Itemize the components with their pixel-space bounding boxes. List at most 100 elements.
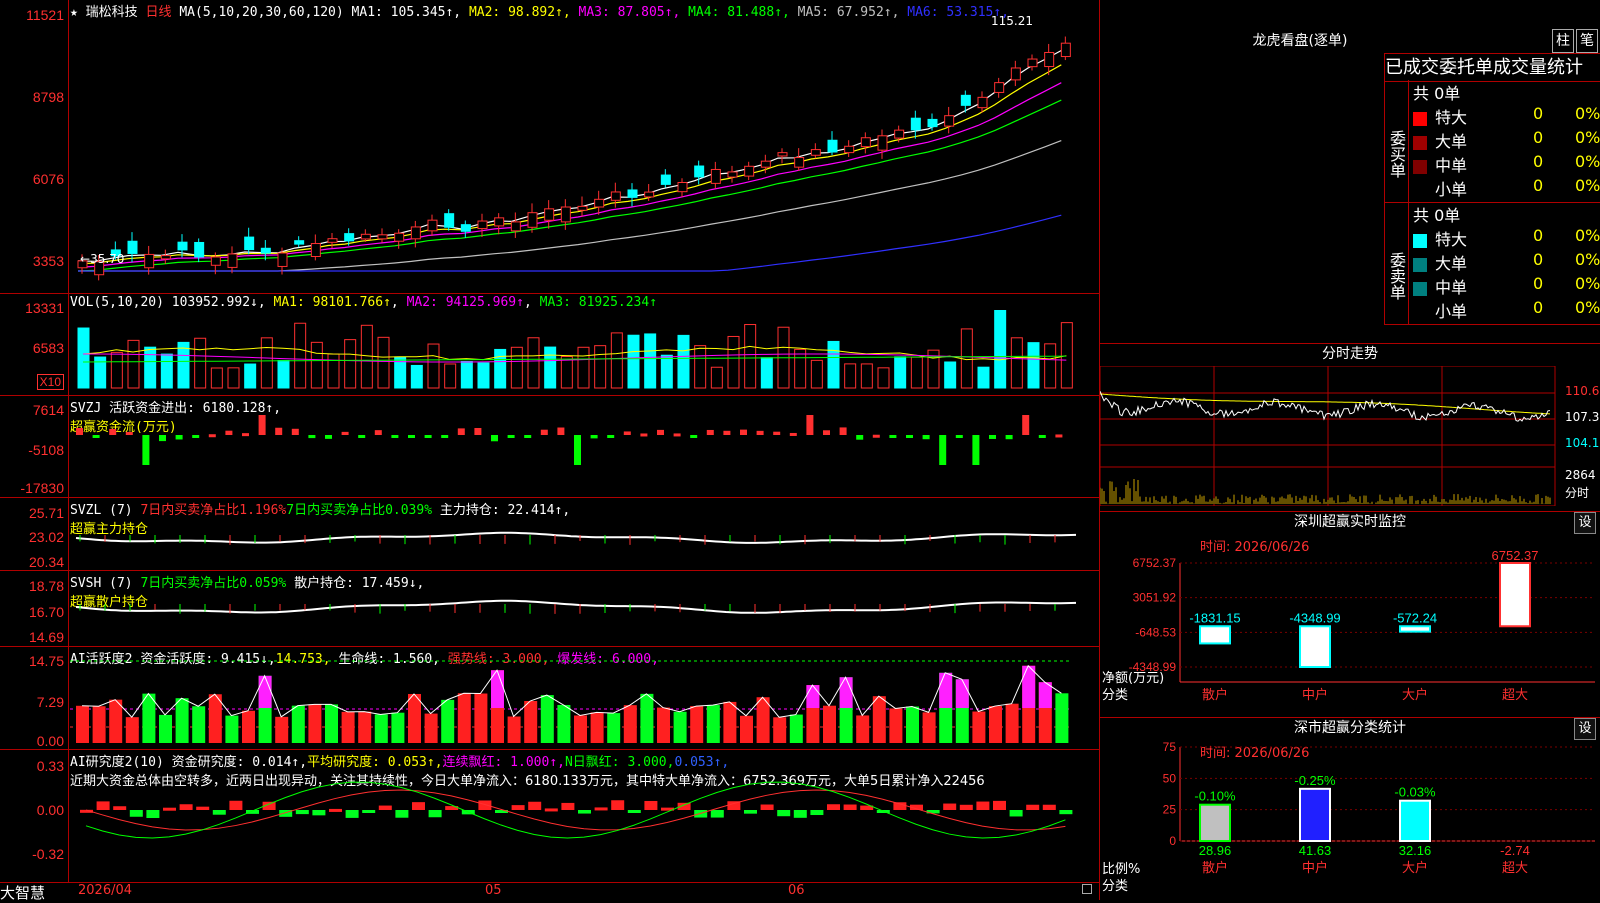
y-tick: 3051.92 xyxy=(1133,591,1177,605)
candle xyxy=(310,243,321,258)
y-tick: -0.32 xyxy=(32,846,64,862)
class-bar xyxy=(1399,799,1431,843)
candle xyxy=(344,233,355,242)
fund-flow-bar xyxy=(740,429,747,435)
candle xyxy=(727,171,738,178)
fund-flow-bar xyxy=(972,435,980,465)
fund-flow-bar xyxy=(474,428,482,435)
y-tick: 0.33 xyxy=(36,758,64,774)
svsh-pane[interactable]: 18.78 16.70 14.69 SVSH (7) 7日内买卖净占比0.059… xyxy=(0,571,1099,647)
volume-chart xyxy=(77,310,1073,389)
volume-bar xyxy=(277,359,290,389)
category-label: 中户 xyxy=(1302,687,1328,703)
ai-research-pane[interactable]: 0.33 0.00 -0.32 AI研究度2(10) 资金研究度: 0.014↑… xyxy=(0,750,1099,883)
intraday-title: 分时走势 xyxy=(1322,346,1378,362)
research-bar xyxy=(544,808,558,812)
activity-bar xyxy=(789,714,803,743)
ai-activity-pane[interactable]: 14.75 7.29 0.00 AI活跃度2 资金活跃度: 9.415↓,14.… xyxy=(0,647,1099,750)
volume-bar xyxy=(477,362,490,389)
fund-flow-bar xyxy=(1005,435,1013,440)
research-bar xyxy=(578,810,591,814)
fund-flow-bar xyxy=(109,428,117,435)
candle xyxy=(510,221,521,232)
activity-bar xyxy=(192,706,206,743)
volume-bar xyxy=(510,346,523,389)
candle xyxy=(560,206,571,223)
candle xyxy=(944,115,955,127)
intraday-price-low: 104.1 xyxy=(1565,436,1600,450)
research-bar xyxy=(710,810,724,818)
intraday-chart[interactable] xyxy=(1100,366,1600,506)
sz-class-chart: 75 50 25 0 -0.10% 28.96 散户 -0.25% 41.63 中户 -0.03% 3… xyxy=(1163,740,1595,876)
y-tick: 25 xyxy=(1163,803,1177,817)
order-type: 中单 xyxy=(1435,156,1468,175)
candle xyxy=(744,165,755,177)
svzj-y-axis: 7614 -5108 -17830 xyxy=(0,396,69,497)
kline-pane[interactable]: 11521 8798 6076 3353 ★ 瑞松科技 日线 MA(5,10,2… xyxy=(0,0,1099,294)
volume-bar xyxy=(644,333,657,389)
longhu-header: 已成交委托单成交量统计 xyxy=(1384,53,1600,82)
fund-flow-bar xyxy=(275,427,283,435)
category-label: 超大 xyxy=(1502,861,1528,876)
intraday-panel[interactable]: 分时走势 110.6 107.3 104.1 2864 分时 xyxy=(1100,343,1600,507)
research-bar xyxy=(146,810,160,819)
y-tick: 6076 xyxy=(32,171,64,187)
volume-bar xyxy=(260,337,273,389)
candle xyxy=(144,253,155,269)
ai-research-chart xyxy=(80,781,1073,839)
bar-view-button[interactable]: 柱 xyxy=(1552,29,1574,53)
volume-bar xyxy=(877,367,890,389)
candle xyxy=(360,233,371,240)
volume-bar xyxy=(410,364,423,389)
y-tick: 6583 xyxy=(32,340,64,356)
research-bar xyxy=(1042,804,1056,810)
research-bar xyxy=(428,810,442,818)
fund-flow-bar xyxy=(507,435,515,438)
candle xyxy=(444,213,455,228)
ma-line xyxy=(77,49,1062,262)
color-swatch xyxy=(1413,305,1427,320)
fund-flow-bar xyxy=(441,435,449,438)
activity-bar xyxy=(1055,693,1069,743)
tick-view-button[interactable]: 笔 xyxy=(1576,29,1598,53)
ma-line xyxy=(78,140,1062,272)
fund-flow-bar xyxy=(125,431,133,435)
activity-bar xyxy=(159,714,172,743)
fund-flow-bar xyxy=(657,429,664,435)
research-bar xyxy=(959,804,973,810)
research-bar xyxy=(793,810,807,818)
activity-bar-top xyxy=(258,675,272,708)
activity-bar xyxy=(92,706,106,743)
volume-bar xyxy=(77,327,90,389)
candlestick-chart[interactable] xyxy=(70,16,1099,293)
activity-bar-top xyxy=(839,677,853,708)
research-bar xyxy=(113,806,127,810)
research-bar xyxy=(611,800,625,810)
candle xyxy=(1027,58,1038,68)
fund-flow-bar xyxy=(341,431,349,435)
volume-bar xyxy=(194,337,207,389)
fund-flow-bar xyxy=(723,430,731,435)
intraday-price-mid: 107.3 xyxy=(1565,410,1600,424)
activity-bar xyxy=(590,712,604,743)
category-label: 散户 xyxy=(1202,687,1228,703)
activity-bar xyxy=(607,713,621,743)
lock-icon[interactable] xyxy=(1082,884,1092,894)
candle xyxy=(660,174,671,185)
color-swatch xyxy=(1413,257,1427,272)
fund-flow-bar xyxy=(1022,415,1030,435)
date-label: 05 xyxy=(485,883,502,898)
kline-y-axis: 11521 8798 6076 3353 xyxy=(0,0,69,293)
intraday-price-line xyxy=(1100,391,1551,422)
volume-y-axis: 13331 6583 X10 xyxy=(0,294,69,395)
research-bar xyxy=(810,810,824,816)
research-bar xyxy=(843,804,857,810)
activity-bar-top xyxy=(955,679,969,708)
candle xyxy=(194,241,205,258)
svzl-pane[interactable]: 25.71 23.02 20.34 SVZL (7) 7日内买卖净占比1.196… xyxy=(0,498,1099,571)
svzj-pane[interactable]: 7614 -5108 -17830 SVZJ 活跃资金进出: 6180.128↑… xyxy=(0,396,1099,498)
color-swatch xyxy=(1413,159,1427,174)
volume-bar xyxy=(544,346,557,389)
volume-pane[interactable]: 13331 6583 X10 VOL(5,10,20) 103952.992↓,… xyxy=(0,294,1099,396)
activity-bar xyxy=(175,698,189,743)
